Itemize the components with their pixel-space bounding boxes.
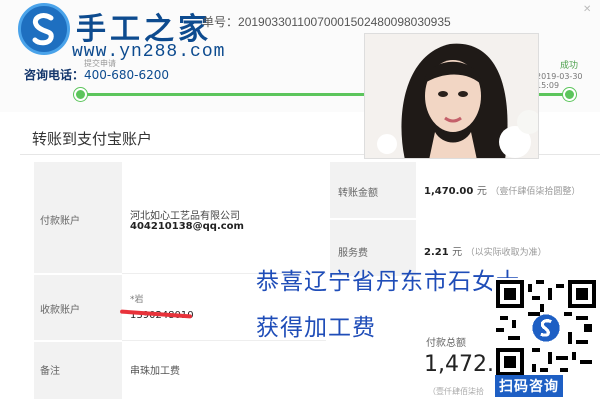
remark-label: 备注: [40, 366, 60, 377]
amount-value: 1,470.00: [424, 186, 474, 197]
fee-note: （以实际收取为准）: [465, 248, 547, 258]
payer-name: 河北如心工艺品有限公司: [130, 211, 240, 222]
remark-label-cell: 备注: [34, 342, 122, 400]
congrats-caption-line2: 获得加工费: [256, 315, 376, 341]
payer-email: 404210138@qq.com: [130, 221, 244, 232]
step-success-label: 成功: [560, 61, 579, 71]
payer-label: 付款账户: [40, 216, 80, 227]
congrats-caption-line1: 恭喜辽宁省丹东市石女士: [256, 269, 520, 295]
step-success-time: 2019-03-30 15:09: [536, 72, 583, 90]
hotline-number: 400-680-6200: [84, 68, 170, 82]
amount-chinese: （壹仟肆佰柒拾圆整）: [490, 187, 581, 197]
page-title: 转账到支付宝账户: [32, 130, 153, 148]
amount-label: 转账金额: [338, 188, 378, 199]
total-label: 付款总额: [426, 338, 466, 349]
hotline-label: 咨询电话：: [24, 68, 85, 82]
order-number-value: 20190330110070001502480098030935: [238, 15, 451, 29]
payee-label: 收款账户: [40, 305, 80, 316]
remark-value: 串珠加工费: [130, 366, 180, 377]
transfer-amount: 1,470.00 元 （壹仟肆佰柒拾圆整）: [424, 182, 580, 197]
payer-label-cell: 付款账户: [34, 162, 122, 274]
service-fee: 2.21 元 （以实际收取为准）: [424, 243, 547, 258]
scan-consult-button[interactable]: 扫码咨询: [495, 375, 563, 397]
close-icon[interactable]: ✕: [583, 4, 591, 15]
amount-label-cell: 转账金额: [330, 162, 416, 218]
amount-unit: 元: [476, 186, 487, 197]
logo-icon: [18, 3, 70, 55]
portrait-photo: [364, 33, 539, 159]
fee-value: 2.21: [424, 247, 449, 258]
fee-unit: 元: [452, 247, 463, 258]
total-chinese: （壹仟肆佰柒拾: [428, 387, 484, 396]
order-number-label: 单号: [202, 15, 227, 29]
fee-label: 服务费: [338, 248, 368, 259]
payee-name: *岩: [130, 295, 144, 305]
payee-label-cell: 收款账户: [34, 275, 122, 341]
step-dot-start: [74, 88, 87, 101]
order-number: 单号：20190330110070001502480098030935: [202, 15, 451, 29]
step-submit-label: 提交申请: [84, 59, 116, 68]
qr-code-icon: [496, 280, 596, 376]
